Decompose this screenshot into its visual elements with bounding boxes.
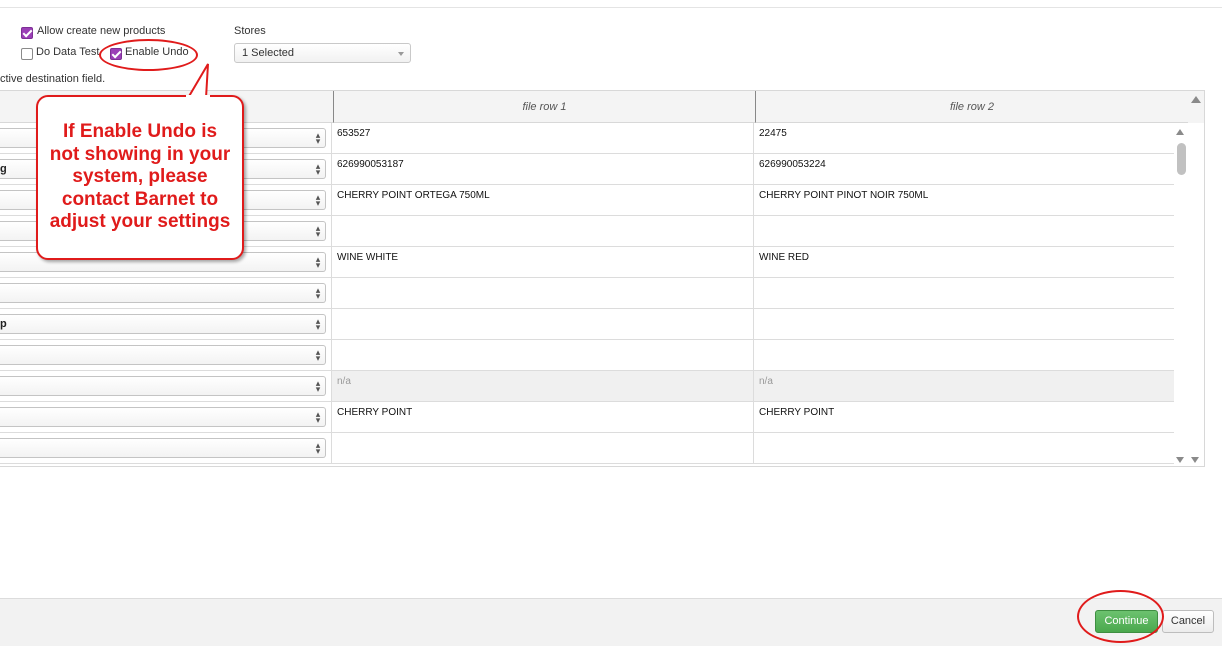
destination-field-value: g	[0, 163, 7, 175]
file-row-1-cell: WINE WHITE	[331, 247, 753, 277]
updown-arrows-icon: ▴ ▾	[315, 130, 321, 146]
callout-pointer	[186, 63, 210, 101]
updown-arrows-icon: ▴ ▾	[315, 409, 321, 425]
stores-dropdown[interactable]: 1 Selected	[234, 43, 411, 63]
file-row-2-cell	[753, 278, 1174, 308]
table-row: p ▴ ▾	[0, 309, 1174, 340]
file-row-1-cell	[331, 216, 753, 246]
scroll-up-icon[interactable]	[1176, 129, 1184, 135]
file-row-2-cell: CHERRY POINT PINOT NOIR 750ML	[753, 185, 1174, 215]
cell-value: n/a	[337, 376, 351, 387]
file-row-2-cell	[753, 340, 1174, 370]
destination-field-value: p	[0, 318, 7, 330]
cell-value: CHERRY POINT ORTEGA 750ML	[337, 190, 490, 201]
destination-field-select[interactable]: ▴ ▾	[0, 407, 326, 427]
scroll-up-icon[interactable]	[1191, 96, 1201, 103]
cell-value: 22475	[759, 128, 787, 139]
updown-arrows-icon: ▴ ▾	[315, 223, 321, 239]
allow-create-label: Allow create new products	[37, 25, 166, 37]
continue-highlight-ring	[1077, 590, 1164, 643]
table-row: ▴ ▾	[0, 433, 1174, 464]
destination-field-select[interactable]: p ▴ ▾	[0, 314, 326, 334]
updown-arrows-icon: ▴ ▾	[315, 440, 321, 456]
data-test-label: Do Data Test	[36, 46, 100, 58]
callout-line: adjust your settings	[49, 211, 231, 232]
chevron-down-icon	[398, 52, 404, 56]
callout-line: system, please	[72, 166, 208, 187]
grid-header-file-row-1: file row 1	[333, 91, 755, 123]
updown-arrows-icon: ▴ ▾	[315, 192, 321, 208]
destination-field-select[interactable]: ▴ ▾	[0, 283, 326, 303]
file-row-2-cell	[753, 309, 1174, 339]
file-row-1-cell	[331, 309, 753, 339]
cell-value: n/a	[759, 376, 773, 387]
destination-field-cell: ▴ ▾	[0, 433, 331, 463]
updown-arrows-icon: ▴ ▾	[315, 161, 321, 177]
destination-field-cell: ▴ ▾	[0, 402, 331, 432]
file-row-1-cell	[331, 340, 753, 370]
stores-selected-value: 1 Selected	[242, 47, 294, 59]
cell-value: CHERRY POINT	[759, 407, 835, 418]
destination-field-select[interactable]: ▴ ▾	[0, 376, 326, 396]
enable-undo-highlight-ring	[99, 39, 198, 71]
annotation-callout: If Enable Undo is not showing in your sy…	[36, 95, 244, 260]
destination-field-cell: ▴ ▾	[0, 340, 331, 370]
stores-label: Stores	[234, 25, 266, 37]
file-row-1-cell	[331, 278, 753, 308]
cell-value: CHERRY POINT PINOT NOIR 750ML	[759, 190, 929, 201]
file-row-1-cell: 626990053187	[331, 154, 753, 184]
updown-arrows-icon: ▴ ▾	[315, 316, 321, 332]
file-row-1-cell: n/a	[331, 371, 753, 401]
destination-field-cell: p ▴ ▾	[0, 309, 331, 339]
column-title: file row 2	[949, 101, 995, 113]
scroll-down-icon[interactable]	[1191, 457, 1199, 463]
top-divider	[0, 7, 1222, 8]
allow-create-checkbox[interactable]	[21, 27, 33, 39]
column-title: file row 1	[522, 101, 567, 113]
updown-arrows-icon: ▴ ▾	[315, 347, 321, 363]
instruction-text: ctive destination field.	[0, 73, 106, 85]
destination-field-cell: ▴ ▾	[0, 278, 331, 308]
file-row-2-cell	[753, 433, 1174, 463]
file-row-1-cell: CHERRY POINT ORTEGA 750ML	[331, 185, 753, 215]
cell-value: 626990053187	[337, 159, 404, 170]
updown-arrows-icon: ▴ ▾	[315, 378, 321, 394]
table-row: ▴ ▾ CHERRY POINT CHERRY POINT	[0, 402, 1174, 433]
callout-line: If Enable Undo is	[62, 121, 218, 142]
scroll-down-icon[interactable]	[1176, 457, 1184, 463]
outer-scrollbar-top	[1188, 91, 1204, 123]
cell-value: WINE RED	[759, 252, 809, 263]
file-row-2-cell: 626990053224	[753, 154, 1174, 184]
footer-bar	[0, 598, 1222, 646]
table-row: ▴ ▾ n/a n/a	[0, 371, 1174, 402]
updown-arrows-icon: ▴ ▾	[315, 254, 321, 270]
destination-field-select[interactable]: ▴ ▾	[0, 345, 326, 365]
data-test-checkbox[interactable]	[21, 48, 33, 60]
destination-field-cell: ▴ ▾	[0, 371, 331, 401]
file-row-2-cell: n/a	[753, 371, 1174, 401]
grid-header-file-row-2: file row 2	[755, 91, 1188, 123]
table-row: ▴ ▾	[0, 278, 1174, 309]
file-row-1-cell: 653527	[331, 123, 753, 153]
file-row-2-cell: 22475	[753, 123, 1174, 153]
cell-value: 653527	[337, 128, 371, 139]
destination-field-select[interactable]: ▴ ▾	[0, 438, 326, 458]
cell-value: WINE WHITE	[337, 252, 399, 263]
cell-value: 626990053224	[759, 159, 826, 170]
callout-line: not showing in your	[49, 143, 231, 165]
table-row: ▴ ▾	[0, 340, 1174, 371]
cell-value: CHERRY POINT	[337, 407, 413, 418]
file-row-1-cell: CHERRY POINT	[331, 402, 753, 432]
scrollbar-thumb[interactable]	[1177, 143, 1186, 175]
file-row-2-cell: WINE RED	[753, 247, 1174, 277]
updown-arrows-icon: ▴ ▾	[315, 285, 321, 301]
callout-line: contact Barnet to	[61, 188, 219, 210]
file-row-2-cell: CHERRY POINT	[753, 402, 1174, 432]
file-row-1-cell	[331, 433, 753, 463]
cancel-button[interactable]: Cancel	[1162, 610, 1214, 633]
file-row-2-cell	[753, 216, 1174, 246]
